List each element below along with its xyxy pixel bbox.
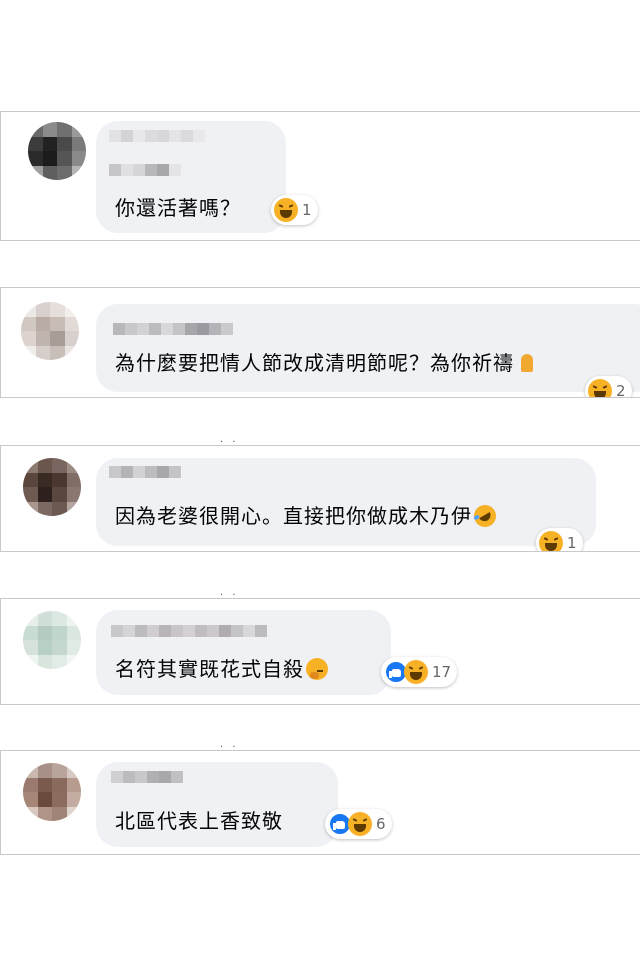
rolling-laughing-icon: [469, 500, 501, 532]
reaction-summary[interactable]: 1: [271, 195, 318, 225]
reaction-summary[interactable]: 6: [325, 809, 392, 839]
comment-text: 你還活著嗎？: [115, 196, 241, 220]
avatar[interactable]: [21, 302, 79, 360]
comment-card-4: 名符其實既花式自殺 17: [0, 598, 640, 705]
commenter-name-blurred[interactable]: [111, 625, 267, 637]
commenter-name-blurred[interactable]: [109, 130, 205, 142]
avatar[interactable]: [28, 122, 86, 180]
comment-card-3: 因為老婆很開心。直接把你做成木乃伊 1: [0, 445, 640, 552]
avatar[interactable]: [23, 763, 81, 821]
haha-icon: [274, 198, 298, 222]
commenter-name-blurred[interactable]: [109, 164, 181, 176]
comment-text-content: 因為老婆很開心。直接把你做成木乃伊: [115, 504, 472, 528]
reaction-count: 1: [302, 201, 312, 219]
reaction-summary[interactable]: 2: [585, 376, 632, 398]
reaction-summary[interactable]: 17: [381, 657, 458, 687]
reaction-count: 17: [432, 663, 452, 681]
avatar[interactable]: [23, 611, 81, 669]
reaction-summary[interactable]: 1: [536, 528, 583, 552]
commenter-name-blurred[interactable]: [109, 466, 181, 478]
haha-icon: [588, 379, 612, 397]
commenter-name-blurred[interactable]: [113, 323, 233, 335]
haha-icon: [348, 812, 372, 836]
comment-card-5: 北區代表上香致敬 6: [0, 750, 640, 855]
comment-bubble: [96, 610, 391, 695]
comment-card-1: 你還活著嗎？ 1: [0, 111, 640, 241]
comment-text: 因為老婆很開心。直接把你做成木乃伊: [115, 500, 501, 532]
haha-icon: [539, 531, 563, 551]
thinking-face-icon: [306, 658, 328, 680]
comment-text-content: 名符其實既花式自殺: [115, 657, 304, 681]
comment-text: 名符其實既花式自殺: [115, 657, 328, 681]
comment-bubble: [96, 304, 640, 392]
comment-text: 為什麼要把情人節改成清明節呢？為你祈禱: [115, 351, 538, 375]
folded-hands-icon: [516, 352, 538, 374]
comment-card-2: 為什麼要把情人節改成清明節呢？為你祈禱 2: [0, 287, 640, 398]
reaction-count: 1: [567, 534, 577, 552]
comment-text: 北區代表上香致敬: [115, 809, 283, 833]
avatar[interactable]: [23, 458, 81, 516]
reaction-count: 6: [376, 815, 386, 833]
commenter-name-blurred[interactable]: [111, 771, 183, 783]
comment-text-content: 為什麼要把情人節改成清明節呢？為你祈禱: [115, 351, 514, 375]
haha-icon: [404, 660, 428, 684]
reaction-count: 2: [616, 382, 626, 398]
